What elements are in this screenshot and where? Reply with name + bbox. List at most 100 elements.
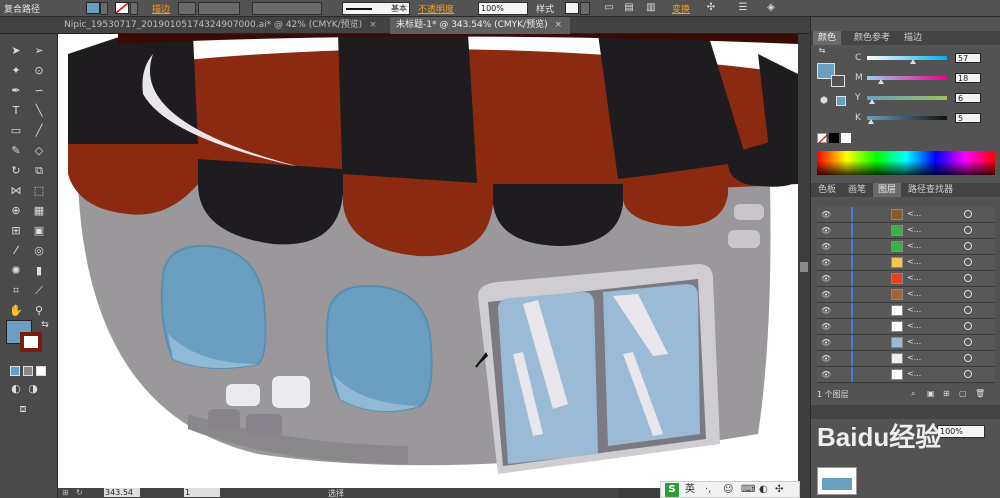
tab-color-guide[interactable]: 颜色参考: [849, 31, 895, 45]
secondary-opacity-input[interactable]: 100%: [937, 425, 985, 438]
roof-stripe-black[interactable]: [68, 34, 198, 144]
layer-row[interactable]: 👁 <...: [817, 255, 995, 271]
opacity-input[interactable]: 100%: [478, 2, 528, 15]
type-tool-icon[interactable]: T: [9, 104, 23, 118]
tab-pathfinder[interactable]: 路径查找器: [903, 183, 958, 197]
vertical-scrollbar[interactable]: [798, 34, 810, 488]
visibility-eye-icon[interactable]: 👁: [821, 290, 833, 299]
channel-value[interactable]: 6: [955, 93, 981, 103]
white-swatch[interactable]: [841, 133, 851, 143]
layer-name[interactable]: <...: [907, 289, 921, 298]
slider-track[interactable]: [867, 56, 947, 60]
sogou-icon[interactable]: S: [665, 483, 679, 497]
slider-c[interactable]: C 57: [855, 53, 995, 64]
target-circle-icon[interactable]: [964, 370, 972, 378]
channel-value[interactable]: 57: [955, 53, 981, 63]
target-circle-icon[interactable]: [964, 322, 972, 330]
page-input[interactable]: 1: [184, 488, 220, 497]
doc-setup-icon[interactable]: ▭: [602, 2, 616, 14]
none-swatch[interactable]: [817, 133, 828, 144]
layer-row[interactable]: 👁 <...: [817, 303, 995, 319]
new-layer-icon[interactable]: ▢: [959, 389, 967, 398]
ime-punct-icon[interactable]: ·,: [705, 482, 711, 497]
layer-name[interactable]: <...: [907, 369, 921, 378]
target-circle-icon[interactable]: [964, 258, 972, 266]
target-circle-icon[interactable]: [964, 226, 972, 234]
rotate-tool-icon[interactable]: ↻: [9, 164, 23, 178]
visibility-eye-icon[interactable]: 👁: [821, 322, 833, 331]
slider-k[interactable]: K 5: [855, 113, 995, 124]
stroke-dropdown[interactable]: [130, 2, 138, 15]
layer-row[interactable]: 👁 <...: [817, 319, 995, 335]
layer-name[interactable]: <...: [907, 353, 921, 362]
align-icon[interactable]: ▤: [622, 2, 636, 14]
shape-builder-tool-icon[interactable]: ⊕: [9, 204, 23, 218]
pen-tool-icon[interactable]: ✒: [9, 84, 23, 98]
last-color-icon[interactable]: [836, 96, 846, 106]
layer-name[interactable]: <...: [907, 241, 921, 250]
slider-m[interactable]: M 18: [855, 73, 995, 84]
arrange-icon[interactable]: ▥: [644, 2, 658, 14]
target-circle-icon[interactable]: [964, 274, 972, 282]
free-transform-tool-icon[interactable]: ⬚: [32, 184, 46, 198]
target-circle-icon[interactable]: [964, 242, 972, 250]
slider-thumb[interactable]: [868, 99, 875, 104]
layer-name[interactable]: <...: [907, 305, 921, 314]
artboard-tool-icon[interactable]: ⌗: [9, 284, 23, 298]
slice-tool-icon[interactable]: ⟋: [32, 284, 46, 298]
locate-object-icon[interactable]: ⌕: [911, 389, 915, 399]
pencil-tool-icon[interactable]: ✎: [9, 144, 23, 158]
tab-nipic-doc[interactable]: Nipic_19530717_20190105174324907000.ai* …: [58, 17, 388, 34]
clipping-mask-icon[interactable]: ▣: [927, 389, 935, 398]
perspective-grid-tool-icon[interactable]: ▦: [32, 204, 46, 218]
visibility-eye-icon[interactable]: 👁: [821, 226, 833, 235]
screen-mode-icon[interactable]: ⧈: [16, 402, 30, 416]
layer-row[interactable]: 👁 <...: [817, 207, 995, 223]
layer-row[interactable]: 👁 <...: [817, 351, 995, 367]
roof-stripe-black[interactable]: [598, 34, 748, 179]
ime-emoji-icon[interactable]: ☺: [723, 482, 733, 497]
tab-swatches[interactable]: 色板: [813, 183, 841, 197]
rectangle-tool-icon[interactable]: ▭: [9, 124, 23, 138]
target-circle-icon[interactable]: [964, 338, 972, 346]
tab-untitled-doc[interactable]: 未标题-1* @ 343.54% (CMYK/预览) ×: [390, 17, 570, 34]
slider-track[interactable]: [867, 96, 947, 100]
slider-thumb[interactable]: [868, 119, 874, 124]
draw-mode-icon[interactable]: ◐: [9, 382, 23, 396]
layer-row[interactable]: 👁 <...: [817, 239, 995, 255]
mesh-tool-icon[interactable]: ⊞: [9, 224, 23, 238]
stroke-label[interactable]: 描边: [152, 2, 170, 15]
transform-label[interactable]: 变换: [672, 2, 690, 15]
width-tool-icon[interactable]: ⋈: [9, 184, 23, 198]
zoom-rotate-icon[interactable]: ↻: [76, 488, 83, 497]
tab-stroke[interactable]: 描边: [899, 31, 927, 45]
layer-row[interactable]: 👁 <...: [817, 335, 995, 351]
style-swatch[interactable]: [565, 2, 579, 14]
zoom-icon[interactable]: ⊞: [62, 488, 69, 497]
stroke-swatch[interactable]: [115, 2, 129, 14]
slider-track[interactable]: [867, 116, 947, 120]
brush-style-dropdown[interactable]: 基本: [342, 2, 410, 15]
variable-width-dropdown[interactable]: [252, 2, 322, 15]
slider-y[interactable]: Y 6: [855, 93, 995, 104]
layer-name[interactable]: <...: [907, 321, 921, 330]
slider-thumb[interactable]: [878, 79, 885, 84]
swap-colors-icon[interactable]: ⇆: [38, 318, 52, 332]
swap-icon[interactable]: ⇆: [815, 45, 829, 57]
slider-thumb[interactable]: [909, 59, 916, 64]
ime-tool-icon[interactable]: ✣: [775, 482, 783, 497]
curvature-tool-icon[interactable]: ∽: [32, 84, 46, 98]
hand-tool-icon[interactable]: ✋: [9, 304, 23, 318]
layer-row[interactable]: 👁 <...: [817, 287, 995, 303]
fill-swatch[interactable]: [86, 2, 100, 14]
paintbrush-tool-icon[interactable]: ╱: [32, 124, 46, 138]
tab-layers[interactable]: 图层: [873, 183, 902, 197]
selection-tool-icon[interactable]: ➤: [9, 44, 23, 58]
visibility-eye-icon[interactable]: 👁: [821, 242, 833, 251]
layer-row[interactable]: 👁 <...: [817, 223, 995, 239]
style-dropdown[interactable]: [580, 2, 590, 15]
tab-brushes[interactable]: 画笔: [843, 183, 871, 197]
panel-menu-icon[interactable]: ☰: [736, 2, 750, 14]
target-circle-icon[interactable]: [964, 354, 972, 362]
eyedropper-tool-icon[interactable]: ⁄: [9, 244, 23, 258]
